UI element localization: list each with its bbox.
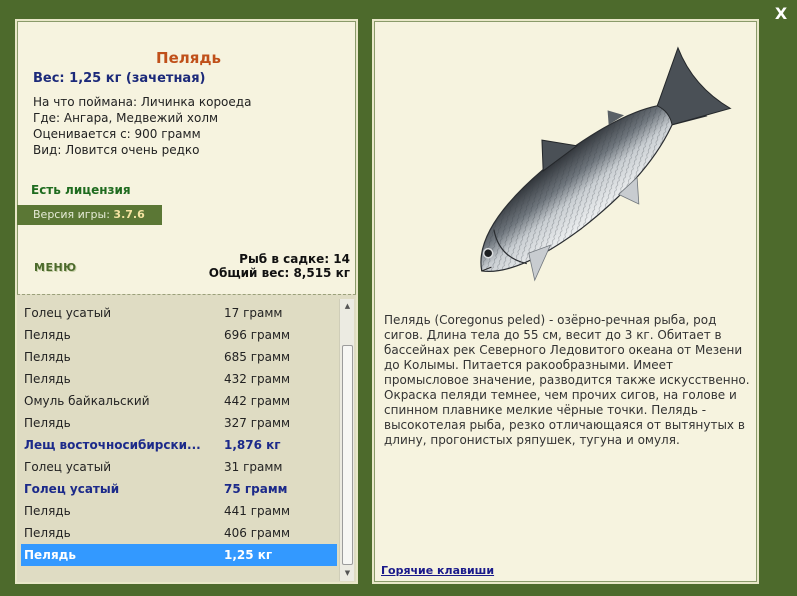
catch-fish-weight: 696 грамм (224, 328, 291, 342)
catch-list-row[interactable]: Пелядь 1,25 кг (21, 544, 337, 566)
catch-fish-weight: 441 грамм (224, 504, 291, 518)
close-button[interactable]: X (772, 4, 790, 24)
hotkeys-link[interactable]: Горячие клавиши (381, 564, 494, 577)
catch-fish-name: Голец усатый (24, 460, 112, 474)
catch-list-row[interactable]: Пелядь 432 грамм (21, 368, 337, 390)
valuation-info: Оценивается с: 900 грамм (33, 127, 201, 141)
catch-fish-name: Пелядь (24, 548, 76, 562)
cage-summary: Рыб в садке: 14 Общий вес: 8,515 кг (209, 252, 350, 280)
catch-fish-weight: 327 грамм (224, 416, 291, 430)
catch-fish-weight: 75 грамм (224, 482, 288, 496)
cage-count: Рыб в садке: 14 (239, 252, 350, 266)
catch-list-row[interactable]: Омуль байкальский 442 грамм (21, 390, 337, 412)
catch-list-row[interactable]: Голец усатый 75 грамм (21, 478, 337, 500)
catch-fish-name: Пелядь (24, 416, 71, 430)
catch-fish-name: Омуль байкальский (24, 394, 150, 408)
catch-fish-weight: 31 грамм (224, 460, 283, 474)
catch-list-row[interactable]: Лещ восточносибирски... 1,876 кг (21, 434, 337, 456)
catch-list-row[interactable]: Пелядь 696 грамм (21, 324, 337, 346)
catch-fish-name: Пелядь (24, 526, 71, 540)
catch-fish-weight: 406 грамм (224, 526, 291, 540)
version-value: 3.7.6 (113, 208, 145, 221)
version-bar: Версия игры: 3.7.6 (17, 205, 162, 225)
catch-list: Голец усатый 17 грамм Пелядь 696 грамм Пеляд… (17, 294, 356, 582)
rarity-info: Вид: Ловится очень редко (33, 143, 200, 157)
catch-list-row[interactable]: Пелядь 441 грамм (21, 500, 337, 522)
catch-fish-weight: 442 грамм (224, 394, 291, 408)
catch-rows: Голец усатый 17 грамм Пелядь 696 грамм Пеляд… (21, 302, 337, 566)
catch-fish-weight: 685 грамм (224, 350, 291, 364)
catch-fish-name: Пелядь (24, 328, 71, 342)
catch-fish-name: Пелядь (24, 350, 71, 364)
fish-description: Пелядь (Coregonus peled) - озёрно-речная… (384, 313, 750, 447)
catch-fish-weight: 432 грамм (224, 372, 291, 386)
fish-name-title: Пелядь (156, 49, 221, 67)
cage-total-weight: Общий вес: 8,515 кг (208, 266, 350, 280)
catch-fish-weight: 1,876 кг (224, 438, 281, 452)
license-status: Есть лицензия (31, 183, 131, 197)
scroll-thumb[interactable] (342, 345, 353, 565)
fish-illustration (480, 46, 732, 282)
version-label: Версия игры: (33, 208, 110, 221)
fish-weight: Вес: 1,25 кг (зачетная) (33, 71, 206, 86)
menu-button[interactable]: МЕНЮ (34, 261, 77, 274)
catch-fish-name: Голец усатый (24, 306, 112, 320)
catch-fish-name: Пелядь (24, 504, 71, 518)
catch-fish-name: Голец усатый (24, 482, 120, 496)
catch-list-row[interactable]: Пелядь 327 грамм (21, 412, 337, 434)
catch-list-row[interactable]: Голец усатый 17 грамм (21, 302, 337, 324)
bait-info: На что поймана: Личинка короеда (33, 95, 252, 109)
catch-list-row[interactable]: Пелядь 685 грамм (21, 346, 337, 368)
location-info: Где: Ангара, Медвежий холм (33, 111, 219, 125)
catch-list-row[interactable]: Голец усатый 31 грамм (21, 456, 337, 478)
scroll-down-icon[interactable]: ▼ (340, 566, 355, 581)
catch-fish-weight: 1,25 кг (224, 548, 273, 562)
scrollbar[interactable]: ▲ ▼ (339, 299, 354, 581)
scroll-up-icon[interactable]: ▲ (340, 299, 355, 314)
catch-fish-weight: 17 грамм (224, 306, 283, 320)
catch-fish-name: Пелядь (24, 372, 71, 386)
fish-description-panel: Пелядь (Coregonus peled) - озёрно-речная… (372, 19, 759, 584)
fish-info-panel: Пелядь Вес: 1,25 кг (зачетная) На что по… (15, 19, 358, 584)
catch-list-row[interactable]: Пелядь 406 грамм (21, 522, 337, 544)
catch-fish-name: Лещ восточносибирски... (24, 438, 201, 452)
